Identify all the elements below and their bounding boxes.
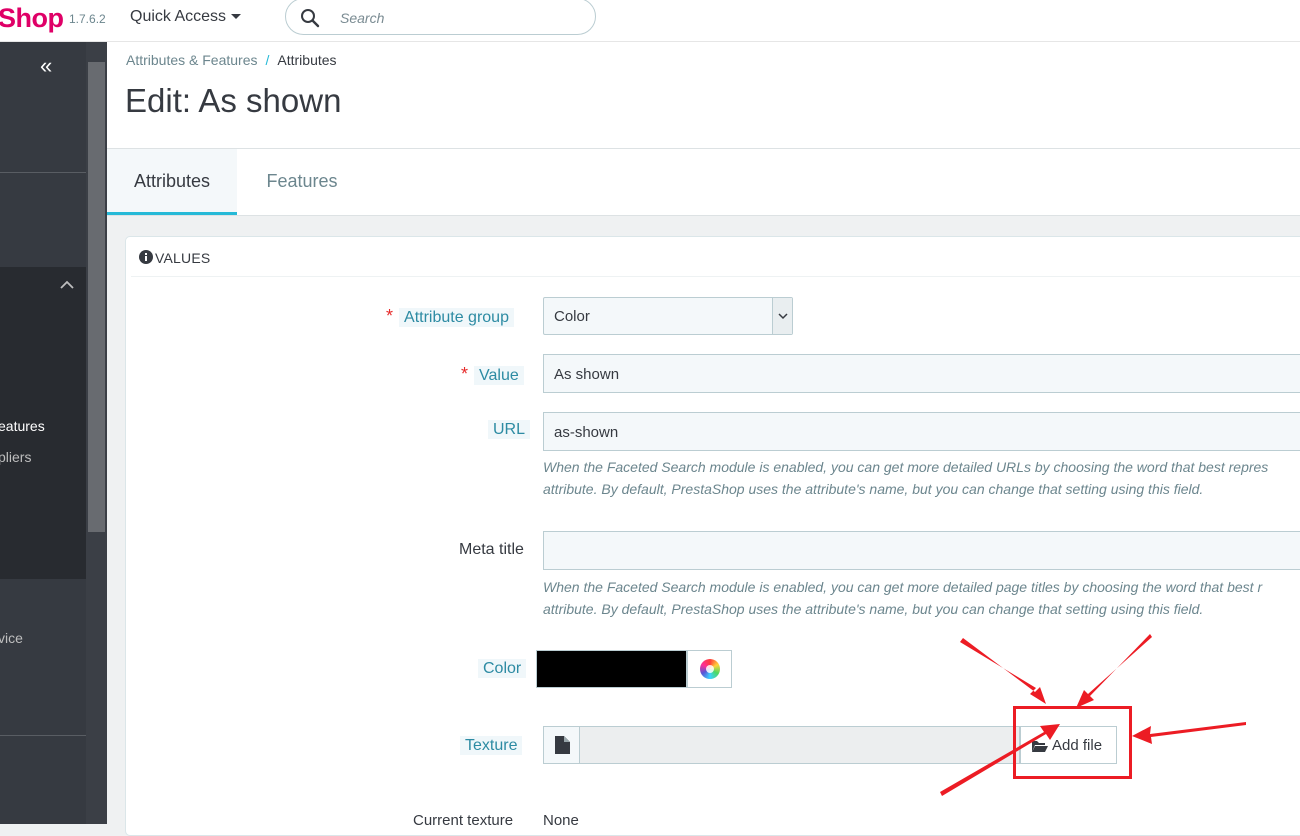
texture-file-input[interactable]: [580, 726, 1020, 764]
sidebar-item-service[interactable]: vice: [0, 630, 23, 646]
required-marker: *: [461, 364, 469, 384]
meta-title-help-line-2: attribute. By default, PrestaShop uses t…: [543, 601, 1204, 617]
current-texture-value: None: [543, 812, 579, 829]
meta-title-help-text: When the Faceted Search module is enable…: [543, 576, 1262, 620]
url-help-text: When the Faceted Search module is enable…: [543, 456, 1268, 500]
collapse-sidebar-icon[interactable]: «: [40, 55, 52, 77]
panel-title: VALUES: [155, 250, 211, 266]
sidebar-divider: [0, 735, 86, 736]
chevron-down-icon: [778, 313, 788, 320]
folder-open-icon: [1032, 740, 1048, 752]
url-help-line-2: attribute. By default, PrestaShop uses t…: [543, 481, 1204, 497]
sidebar-scrollbar-thumb[interactable]: [88, 62, 105, 532]
color-label-text[interactable]: Color: [478, 659, 527, 678]
sidebar-item-suppliers[interactable]: pliers: [0, 449, 31, 465]
attribute-group-select[interactable]: Color: [543, 297, 793, 335]
texture-label: Texture: [460, 736, 523, 755]
tab-features[interactable]: Features: [247, 149, 357, 215]
caret-down-icon: [231, 14, 242, 20]
meta-title-input[interactable]: [543, 531, 1300, 570]
prestashop-logo[interactable]: Shop: [0, 3, 64, 34]
add-file-label: Add file: [1052, 736, 1103, 754]
breadcrumb-parent-link[interactable]: Attributes & Features: [126, 52, 258, 68]
color-picker-button[interactable]: [687, 650, 732, 688]
sidebar-divider: [0, 172, 86, 173]
value-label: * Value: [461, 364, 524, 385]
quick-access-dropdown[interactable]: Quick Access: [130, 8, 242, 26]
color-wheel-icon: [700, 659, 720, 679]
tab-bar: Attributes Features: [107, 149, 1300, 216]
quick-access-label: Quick Access: [130, 8, 227, 25]
page-title: Edit: As shown: [125, 82, 342, 119]
tab-attributes[interactable]: Attributes: [107, 149, 237, 215]
texture-label-text[interactable]: Texture: [460, 736, 523, 755]
required-marker: *: [386, 306, 394, 326]
url-label-text[interactable]: URL: [488, 420, 531, 439]
chevron-up-icon[interactable]: [60, 280, 74, 290]
sidebar-item-features[interactable]: eatures: [0, 418, 45, 434]
url-help-line-1: When the Faceted Search module is enable…: [543, 459, 1269, 475]
info-icon: [139, 250, 153, 264]
url-label: URL: [488, 420, 531, 439]
meta-title-label: Meta title: [459, 541, 524, 558]
top-header: Shop 1.7.6.2 Quick Access: [0, 0, 1300, 42]
panel-heading: VALUES: [131, 237, 1300, 277]
meta-title-help-line-1: When the Faceted Search module is enable…: [543, 579, 1263, 595]
version-label: 1.7.6.2: [69, 12, 106, 26]
search-icon[interactable]: [300, 8, 320, 28]
breadcrumb-separator: /: [265, 52, 270, 68]
current-texture-label: Current texture: [413, 812, 514, 829]
sidebar: « eatures pliers vice: [0, 42, 107, 824]
attribute-group-label-text[interactable]: Attribute group: [399, 308, 514, 327]
color-swatch-input[interactable]: [536, 650, 687, 688]
value-input[interactable]: As shown: [543, 354, 1300, 393]
attribute-group-label: * Attribute group: [386, 306, 514, 327]
attribute-group-value: Color: [554, 308, 590, 325]
page-toolbar: Attributes & Features / Attributes Edit: A…: [107, 42, 1300, 149]
value-label-text[interactable]: Value: [474, 366, 524, 385]
file-icon-box: [543, 726, 580, 764]
color-label: Color: [478, 659, 527, 678]
select-arrow[interactable]: [772, 298, 792, 334]
search-box[interactable]: [285, 0, 596, 35]
url-input[interactable]: as-shown: [543, 412, 1300, 451]
search-input[interactable]: [338, 7, 582, 29]
add-file-button[interactable]: Add file: [1020, 726, 1117, 764]
file-icon: [555, 736, 570, 754]
breadcrumb-current: Attributes: [277, 52, 337, 68]
breadcrumb: Attributes & Features / Attributes: [126, 52, 337, 68]
